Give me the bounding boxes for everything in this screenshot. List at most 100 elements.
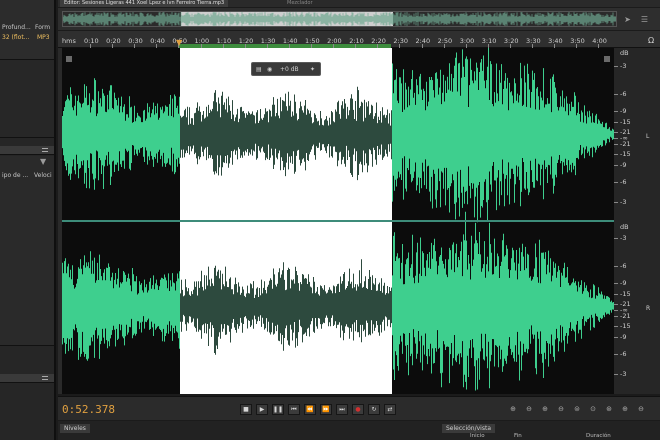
panel-menu-icon[interactable] [42,148,48,152]
ruler-label: 0:10 [84,37,99,45]
db-label: -3 [620,198,627,206]
db-label: -6 [620,178,627,186]
db-tick [614,326,618,327]
ruler-label: 0:40 [150,37,165,45]
pin-icon[interactable]: ✦ [310,66,315,73]
tab-levels[interactable]: Niveles [60,424,90,433]
zoom-in-time-icon[interactable]: ⊕ [540,404,550,414]
effects-col-type[interactable]: ipo de ... [2,172,28,179]
ruler-label: 1:30 [260,37,276,45]
zoom-out-icon[interactable]: ➤ [623,15,632,24]
zoom-in-point-icon[interactable]: ⊙ [588,404,598,414]
db-tick [614,354,618,355]
db-scale: dB dB -3 -6 -9 -15 -21 -∞ -21 -15 -9 -6 -3 -3 -6 -9 -1… [614,48,660,394]
db-label: -15 [620,150,631,158]
overview-wave [63,12,616,26]
loop-button[interactable]: ↻ [368,404,380,415]
db-tick [614,182,618,183]
db-tick [614,283,618,284]
record-button[interactable]: ● [352,404,364,415]
db-label: -21 [620,140,631,148]
db-tick [614,94,618,95]
db-label: -15 [620,322,631,330]
db-label: -6 [620,262,627,270]
corner-handle-top-right[interactable] [604,56,610,62]
files-panel-body [0,60,54,138]
panel-menu-icon-2[interactable] [42,376,48,380]
files-col-format[interactable]: Form [35,24,50,31]
tab-editor[interactable]: Editor: Sesiones Ligeras 441 Xoel Lpez e… [60,0,229,7]
stop-button[interactable]: ■ [240,404,252,415]
rewind-button[interactable]: ⏪ [304,404,316,415]
fast-forward-button[interactable]: ⏩ [320,404,332,415]
ruler-unit: hms [62,37,76,45]
ruler-label: 2:30 [393,37,408,45]
ruler-label: 2:50 [437,37,453,45]
db-tick [614,337,618,338]
go-start-button[interactable]: ⏮ [288,404,300,415]
left-panels: Profund... Form 32 (flot... MP3 ▼ ipo de… [0,0,56,440]
pause-button[interactable]: ❚❚ [272,404,284,415]
volume-knob-icon[interactable]: ◉ [267,66,272,73]
skip-selection-button[interactable]: ⇄ [384,404,396,415]
db-tick [614,304,618,305]
play-button[interactable]: ▶ [256,404,268,415]
file-format-value[interactable]: MP3 [37,34,50,41]
volume-hud[interactable]: ▤ ◉ +0 dB ✦ [251,62,321,76]
transport-bar: 0:52.378 ■ ▶ ❚❚ ⏮ ⏪ ⏩ ⏭ ● ↻ ⇄ ⊕ ⊖ ⊕ ⊖ ⊜ … [58,396,660,420]
zoom-out-full-icon[interactable]: ⊜ [572,404,582,414]
go-end-button[interactable]: ⏭ [336,404,348,415]
db-tick [614,374,618,375]
zoom-out-amplitude-icon[interactable]: ⊖ [524,404,534,414]
channel-right-label[interactable]: R [646,305,650,312]
corner-handle-top-left[interactable] [66,56,72,62]
effects-col-speed[interactable]: Veloci [34,172,52,179]
bottom-panels: Niveles Selección/vista Inicio Fin Durac… [58,421,660,440]
hud-volume-value[interactable]: +0 dB [280,66,299,73]
files-col-depth[interactable]: Profund... [2,24,31,31]
zoom-in-amplitude-icon[interactable]: ⊕ [508,404,518,414]
db-tick [614,266,618,267]
channel-divider [62,220,614,222]
ruler-label: 2:20 [371,37,386,45]
db-tick [614,144,618,145]
db-tick [614,122,618,123]
headphones-icon[interactable]: Ω [648,36,654,45]
filter-icon[interactable]: ▼ [40,157,46,166]
db-tick [614,154,618,155]
overview-waveform[interactable] [62,11,617,27]
playhead-icon[interactable]: ▼ [176,38,182,47]
db-label: -9 [620,161,627,169]
menu-icon[interactable]: ☰ [640,15,649,24]
file-depth-value[interactable]: 32 (flot... [2,34,29,41]
ruler-label: 0:20 [106,37,121,45]
db-tick [614,138,618,139]
zoom-right-icon[interactable]: ⊖ [636,404,646,414]
editor-tabs: Editor: Sesiones Ligeras 441 Xoel Lpez e… [58,0,660,7]
db-tick [614,132,618,133]
zoom-left-icon[interactable]: ⊕ [620,404,630,414]
channel-left-label[interactable]: L [646,133,649,140]
zoom-selection-icon[interactable]: ⊛ [604,404,614,414]
ruler-label: 3:20 [503,37,519,45]
time-ruler[interactable]: hms 0:10 0:20 0:30 0:40 0:50 1:00 1:10 1:20 1:30… [58,31,660,48]
overview-strip: ➤ ☰ [58,8,660,30]
ruler-label: 1:20 [238,37,254,45]
tab-mixer[interactable]: Mezclador [283,0,317,7]
overview-wave-path [63,12,616,26]
db-tick [614,165,618,166]
zoom-out-time-icon[interactable]: ⊖ [556,404,566,414]
ruler-label: 3:10 [481,37,497,45]
ruler-label: 3:30 [526,37,541,45]
ruler-label: 3:00 [459,37,475,45]
db-tick [614,111,618,112]
db-label: -6 [620,90,627,98]
effects-panel-header [0,146,54,155]
ruler-label: 1:00 [194,37,210,45]
col-end: Fin [514,433,522,439]
tab-selection-view[interactable]: Selección/vista [442,424,495,433]
timecode-display[interactable]: 0:52.378 [62,403,115,416]
db-label: -21 [620,312,631,320]
hud-meter-icon: ▤ [256,66,262,73]
waveform-display[interactable]: ▤ ◉ +0 dB ✦ [62,48,614,394]
